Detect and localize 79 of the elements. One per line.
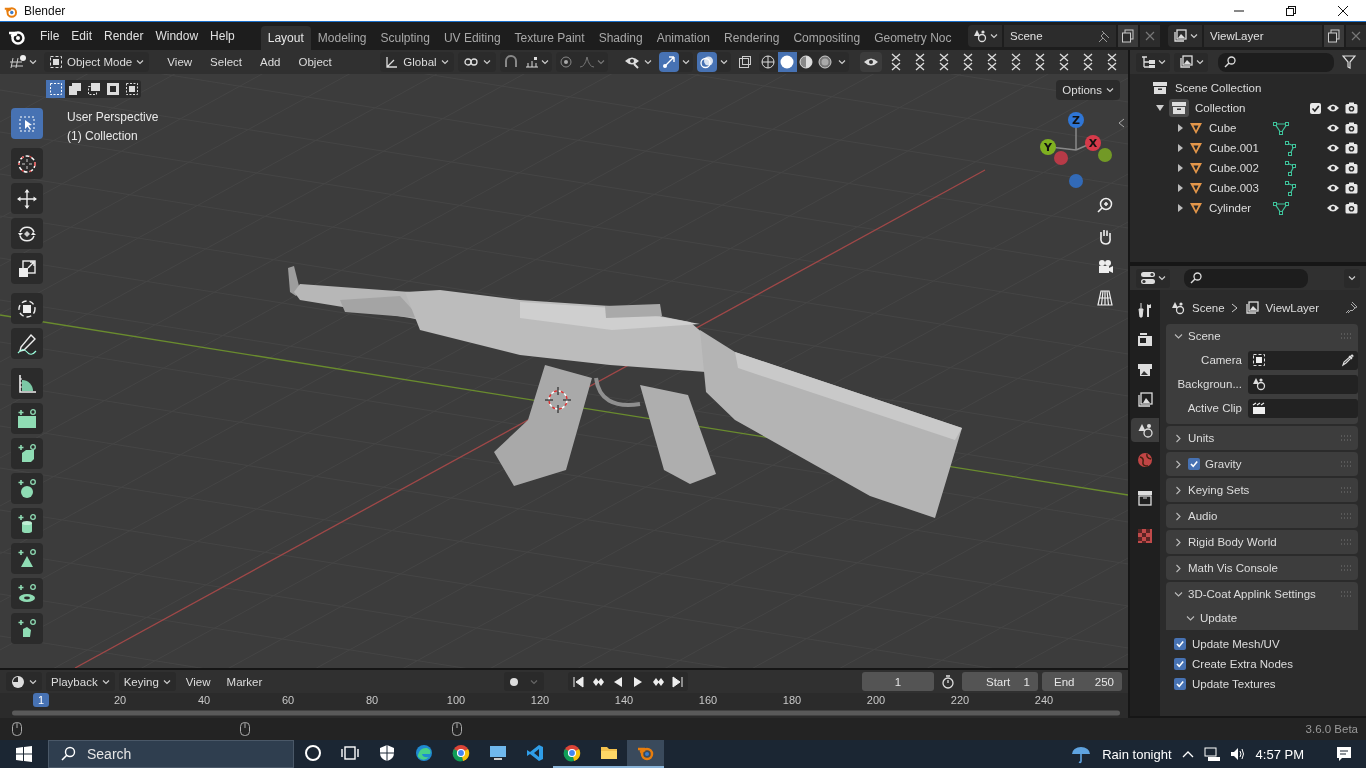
frame-tick-label: 240	[1033, 694, 1055, 706]
menu-item[interactable]: Select	[203, 52, 250, 72]
outliner-item[interactable]: Cube	[1209, 122, 1261, 134]
menu-item[interactable]: View	[160, 52, 200, 72]
frame-tick-label: 120	[529, 694, 551, 706]
menu-item[interactable]: Render	[98, 25, 150, 47]
viewport-info-text: (1) Collection	[67, 129, 139, 143]
workspace-tab[interactable]: Sculpting	[373, 26, 437, 50]
version-label: 3.6.0 Beta	[1305, 723, 1358, 735]
outliner-item[interactable]: Cube.003	[1209, 182, 1261, 194]
panel-title[interactable]: Math Vis Console	[1188, 562, 1335, 574]
workspace-tab[interactable]: Layout	[260, 26, 311, 50]
subpanel-title[interactable]: Update	[1200, 612, 1352, 624]
field-label: Active Clip	[1186, 402, 1242, 414]
option-label: Create Extra Nodes	[1192, 658, 1293, 670]
frame-tick-label: 140	[613, 694, 635, 706]
panel-title[interactable]: Gravity	[1205, 458, 1335, 470]
clock-text[interactable]: 4:57 PM	[1255, 746, 1304, 762]
option-label: Update Textures	[1192, 678, 1276, 690]
panel-title[interactable]: Units	[1188, 432, 1335, 444]
axis-label: Y	[1044, 141, 1052, 154]
menu-item[interactable]: Help	[204, 25, 241, 47]
panel-title[interactable]: Audio	[1188, 510, 1335, 522]
workspace-tab[interactable]: Animation	[649, 26, 718, 50]
frame-tick-label: 200	[865, 694, 887, 706]
menu-item[interactable]: Object	[291, 52, 339, 72]
outliner-item[interactable]: Cube.002	[1209, 162, 1261, 174]
workspace-tab[interactable]: Texture Paint	[507, 26, 592, 50]
frame-tick-label: 180	[781, 694, 803, 706]
weather-text[interactable]: Rain tonight	[1102, 746, 1172, 762]
axis-handle[interactable]: Z	[1068, 112, 1084, 128]
workspace-tab[interactable]: UV Editing	[436, 26, 508, 50]
menu-dropdown[interactable]: Keying	[118, 672, 176, 691]
menu-item[interactable]: View	[179, 672, 217, 691]
frame-tick-label: 220	[949, 694, 971, 706]
frame-tick-label: 100	[445, 694, 467, 706]
outliner-item[interactable]: Scene Collection	[1175, 82, 1262, 94]
mode-dropdown[interactable]: Object Mode	[44, 52, 150, 72]
viewport-info-text: User Perspective	[67, 110, 159, 124]
orientation-dropdown[interactable]: Global	[380, 52, 454, 72]
frame-tick-label: 80	[364, 694, 380, 706]
field-label: Backgroun...	[1176, 378, 1242, 390]
scene-field[interactable]: Scene	[1004, 25, 1116, 47]
panel-title[interactable]: 3D-Coat Applink Settings	[1188, 588, 1335, 600]
option-label: Update Mesh/UV	[1192, 638, 1280, 650]
outliner-item[interactable]: Cube.001	[1209, 142, 1261, 154]
workspace-tab[interactable]: Rendering	[717, 26, 787, 50]
menu-dropdown[interactable]: Playback	[46, 672, 115, 691]
frame-tick-label: 40	[196, 694, 212, 706]
workspace-tab[interactable]: Shading	[591, 26, 650, 50]
start-frame-field[interactable]: Start 1	[962, 672, 1038, 691]
options-dropdown[interactable]: Options	[1056, 80, 1120, 100]
menu-item[interactable]: Add	[253, 52, 288, 72]
playhead[interactable]: 1	[33, 693, 49, 707]
menu-item[interactable]: Marker	[220, 672, 269, 691]
window-title: Blender	[24, 3, 66, 18]
panel-title[interactable]: Keying Sets	[1188, 484, 1335, 496]
axis-handle[interactable]: Y	[1040, 139, 1056, 155]
field-label: Camera	[1200, 354, 1242, 366]
panel-title[interactable]: Rigid Body World	[1188, 536, 1335, 548]
end-frame-field[interactable]: End 250	[1042, 672, 1122, 691]
panel-title[interactable]: Scene	[1188, 330, 1335, 342]
breadcrumb-item: Scene	[1192, 302, 1225, 314]
frame-tick-label: 20	[112, 694, 128, 706]
current-frame-field[interactable]: 1	[862, 672, 934, 691]
search-field[interactable]: Search	[48, 740, 294, 768]
workspace-tab[interactable]: Modeling	[310, 26, 374, 50]
menu-item[interactable]: Edit	[65, 25, 99, 47]
outliner-item[interactable]: Collection	[1195, 102, 1246, 114]
view-layer-field[interactable]: ViewLayer	[1204, 25, 1322, 47]
breadcrumb-item: ViewLayer	[1265, 302, 1321, 314]
axis-label: Z	[1072, 114, 1080, 127]
workspace-tab[interactable]: Geometry Noc	[867, 26, 959, 50]
menu-item[interactable]: Window	[149, 25, 205, 47]
frame-tick-label: 60	[280, 694, 296, 706]
workspace-tab[interactable]: Compositing	[786, 26, 868, 50]
menu-item[interactable]: File	[34, 25, 66, 47]
outliner-item[interactable]: Cylinder	[1209, 202, 1261, 214]
frame-tick-label: 160	[697, 694, 719, 706]
